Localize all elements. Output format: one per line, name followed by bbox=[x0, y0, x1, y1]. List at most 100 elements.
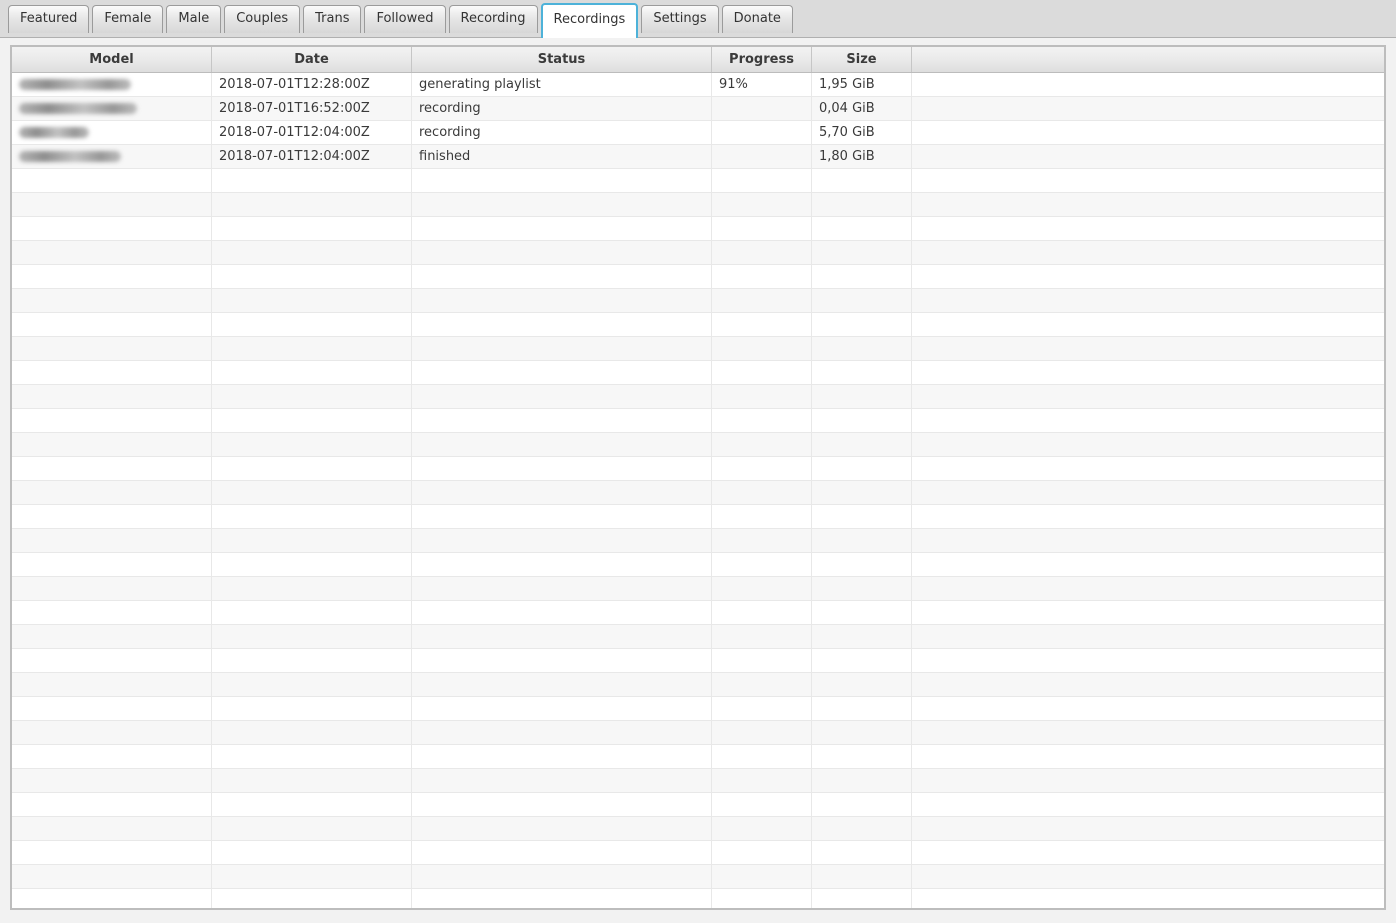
empty-row bbox=[12, 193, 1384, 217]
cell-progress bbox=[712, 97, 812, 120]
empty-cell bbox=[912, 385, 1384, 408]
tab-featured[interactable]: Featured bbox=[8, 5, 89, 33]
empty-cell bbox=[12, 361, 212, 384]
empty-cell bbox=[912, 505, 1384, 528]
table-row[interactable]: 2018-07-01T12:04:00Z recording 5,70 GiB bbox=[12, 121, 1384, 145]
empty-cell bbox=[12, 457, 212, 480]
empty-cell bbox=[812, 361, 912, 384]
empty-cell bbox=[812, 169, 912, 192]
tab-settings[interactable]: Settings bbox=[641, 5, 718, 33]
empty-cell bbox=[12, 601, 212, 624]
tab-followed[interactable]: Followed bbox=[364, 5, 445, 33]
column-header-filler bbox=[912, 47, 1384, 72]
column-header-date[interactable]: Date bbox=[212, 47, 412, 72]
empty-cell bbox=[912, 529, 1384, 552]
table-row[interactable]: 2018-07-01T12:04:00Z finished 1,80 GiB bbox=[12, 145, 1384, 169]
column-header-status[interactable]: Status bbox=[412, 47, 712, 72]
empty-cell bbox=[212, 169, 412, 192]
empty-cell bbox=[212, 649, 412, 672]
empty-cell bbox=[12, 841, 212, 864]
empty-cell bbox=[712, 289, 812, 312]
empty-cell bbox=[812, 433, 912, 456]
column-header-progress[interactable]: Progress bbox=[712, 47, 812, 72]
empty-cell bbox=[212, 769, 412, 792]
empty-cell bbox=[412, 457, 712, 480]
empty-cell bbox=[212, 673, 412, 696]
cell-size: 1,95 GiB bbox=[812, 73, 912, 96]
empty-cell bbox=[912, 265, 1384, 288]
tab-recordings[interactable]: Recordings bbox=[541, 3, 639, 38]
empty-row bbox=[12, 769, 1384, 793]
column-header-model[interactable]: Model bbox=[12, 47, 212, 72]
empty-cell bbox=[12, 217, 212, 240]
empty-cell bbox=[12, 673, 212, 696]
empty-cell bbox=[912, 409, 1384, 432]
empty-cell bbox=[912, 241, 1384, 264]
tab-recording[interactable]: Recording bbox=[449, 5, 538, 33]
empty-row bbox=[12, 505, 1384, 529]
tab-couples[interactable]: Couples bbox=[224, 5, 300, 33]
empty-cell bbox=[712, 217, 812, 240]
cell-size: 5,70 GiB bbox=[812, 121, 912, 144]
empty-cell bbox=[712, 553, 812, 576]
cell-progress: 91% bbox=[712, 73, 812, 96]
empty-cell bbox=[412, 505, 712, 528]
app-window: Featured Female Male Couples Trans Follo… bbox=[0, 0, 1396, 910]
empty-cell bbox=[712, 697, 812, 720]
empty-cell bbox=[812, 289, 912, 312]
empty-cell bbox=[12, 193, 212, 216]
empty-cell bbox=[12, 865, 212, 888]
empty-cell bbox=[712, 649, 812, 672]
table-row[interactable]: 2018-07-01T16:52:00Z recording 0,04 GiB bbox=[12, 97, 1384, 121]
cell-filler bbox=[912, 73, 1384, 96]
empty-cell bbox=[212, 697, 412, 720]
empty-row bbox=[12, 601, 1384, 625]
empty-cell bbox=[12, 265, 212, 288]
empty-cell bbox=[412, 601, 712, 624]
empty-cell bbox=[812, 649, 912, 672]
empty-cell bbox=[912, 841, 1384, 864]
empty-row bbox=[12, 889, 1384, 909]
cell-date: 2018-07-01T12:04:00Z bbox=[212, 145, 412, 168]
cell-model bbox=[12, 121, 212, 144]
table-row[interactable]: 2018-07-01T12:28:00Z generating playlist… bbox=[12, 73, 1384, 97]
empty-cell bbox=[212, 193, 412, 216]
empty-cell bbox=[712, 313, 812, 336]
empty-cell bbox=[12, 433, 212, 456]
empty-cell bbox=[412, 769, 712, 792]
empty-row bbox=[12, 529, 1384, 553]
empty-cell bbox=[412, 169, 712, 192]
tab-female[interactable]: Female bbox=[92, 5, 163, 33]
empty-row bbox=[12, 361, 1384, 385]
empty-cell bbox=[912, 337, 1384, 360]
cell-model bbox=[12, 73, 212, 96]
cell-date: 2018-07-01T16:52:00Z bbox=[212, 97, 412, 120]
column-header-size[interactable]: Size bbox=[812, 47, 912, 72]
empty-cell bbox=[712, 529, 812, 552]
empty-cell bbox=[712, 721, 812, 744]
empty-cell bbox=[812, 241, 912, 264]
tab-donate[interactable]: Donate bbox=[722, 5, 793, 33]
empty-cell bbox=[12, 817, 212, 840]
empty-cell bbox=[412, 361, 712, 384]
empty-cell bbox=[712, 889, 812, 909]
empty-cell bbox=[12, 745, 212, 768]
empty-cell bbox=[212, 481, 412, 504]
empty-cell bbox=[812, 865, 912, 888]
tab-male[interactable]: Male bbox=[166, 5, 221, 33]
empty-cell bbox=[712, 433, 812, 456]
tab-trans[interactable]: Trans bbox=[303, 5, 361, 33]
empty-cell bbox=[412, 889, 712, 909]
empty-cell bbox=[712, 865, 812, 888]
empty-row bbox=[12, 433, 1384, 457]
empty-cell bbox=[212, 289, 412, 312]
empty-cell bbox=[212, 817, 412, 840]
empty-cell bbox=[812, 769, 912, 792]
empty-cell bbox=[12, 337, 212, 360]
empty-cell bbox=[412, 697, 712, 720]
empty-cell bbox=[812, 697, 912, 720]
empty-cell bbox=[812, 793, 912, 816]
empty-cell bbox=[912, 313, 1384, 336]
empty-cell bbox=[12, 625, 212, 648]
empty-cell bbox=[912, 217, 1384, 240]
